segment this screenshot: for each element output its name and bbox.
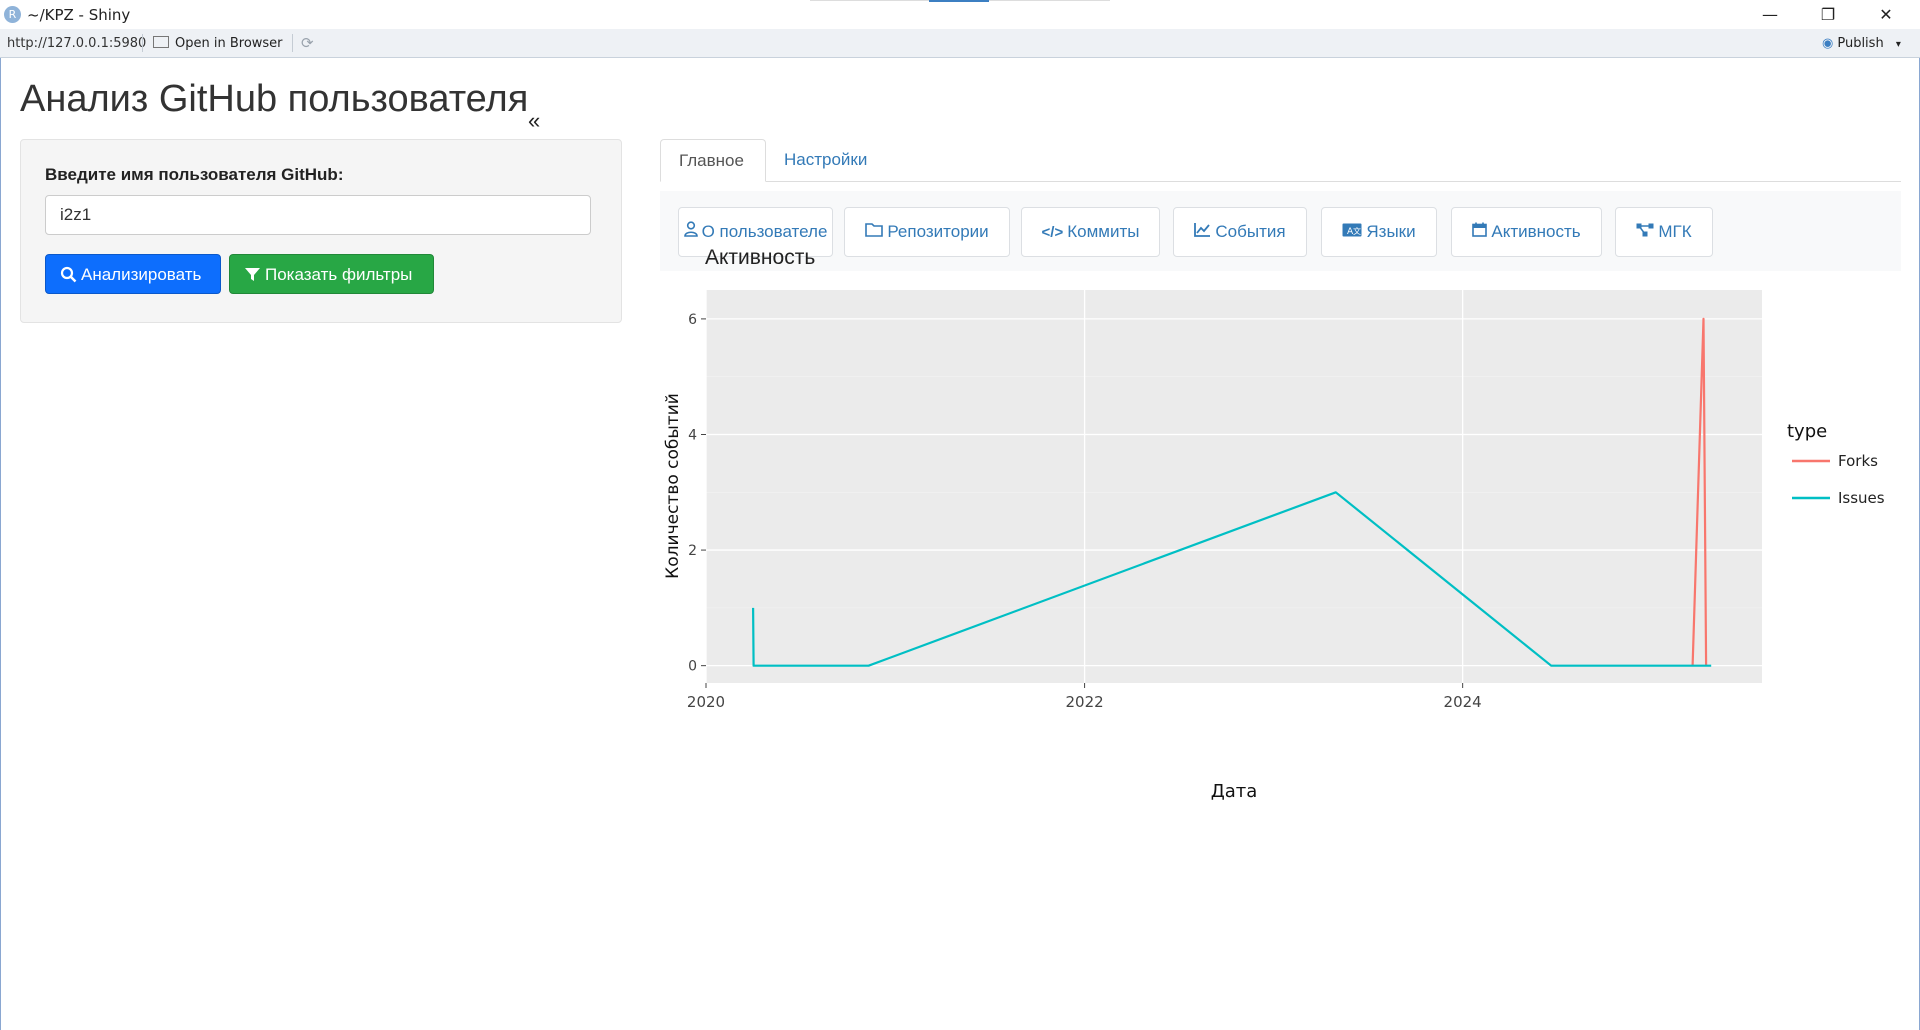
minimize-button[interactable]: —	[1750, 3, 1790, 27]
tab-settings[interactable]: Настройки	[766, 139, 885, 181]
titlebar-accent	[929, 0, 989, 2]
analyze-button[interactable]: Анализировать	[45, 254, 221, 294]
open-in-browser-button[interactable]: Open in Browser	[153, 36, 283, 51]
browser-icon	[153, 36, 169, 48]
collapse-sidebar-icon[interactable]: «	[528, 108, 540, 134]
nav-pca-button[interactable]: МГК	[1615, 207, 1713, 257]
y-tick-label: 4	[688, 427, 697, 443]
nav-languages-label: Языки	[1366, 222, 1416, 241]
publish-icon: ◉	[1822, 36, 1834, 51]
app-container: Анализ GitHub пользователя « Введите имя…	[0, 58, 1920, 1030]
nav-activity-button[interactable]: Активность	[1451, 207, 1602, 257]
chart-title: Активность	[705, 246, 816, 269]
language-icon: A文	[1342, 223, 1362, 237]
address-bar: http://127.0.0.1:5980 Open in Browser ⟳ …	[0, 29, 1920, 58]
legend-title: type	[1787, 421, 1827, 442]
svg-text:文: 文	[1353, 226, 1361, 236]
username-label: Введите имя пользователя GitHub:	[45, 165, 344, 184]
analyze-label: Анализировать	[81, 265, 202, 284]
publish-label: Publish	[1837, 36, 1884, 51]
nav-commits-label: Коммиты	[1067, 222, 1140, 241]
legend-label: Forks	[1838, 452, 1878, 470]
x-axis-label: Дата	[1211, 781, 1258, 802]
nav-activity-label: Активность	[1491, 222, 1581, 241]
open-in-browser-label: Open in Browser	[175, 36, 283, 51]
activity-chart: 0 2 4 6 2020 2022 2024 Дата Количество событий…	[663, 290, 1885, 802]
close-button[interactable]: ✕	[1866, 3, 1906, 27]
nav-events-label: События	[1215, 222, 1286, 241]
window-title: ~/KPZ - Shiny	[27, 6, 131, 24]
nav-user-label: О пользователе	[701, 222, 828, 241]
folder-icon	[865, 223, 884, 237]
legend: Forks Issues	[1792, 452, 1885, 507]
section-toolbar: О пользователе Репозитории </> Коммиты Со…	[660, 191, 1901, 271]
nav-languages-button[interactable]: A 文 Языки	[1321, 207, 1437, 257]
network-icon	[1636, 223, 1654, 237]
sidebar-panel: Введите имя пользователя GitHub: Анализи…	[20, 139, 622, 323]
y-tick-label: 6	[688, 312, 697, 328]
plot-background	[706, 290, 1762, 683]
calendar-icon	[1472, 222, 1488, 237]
tab-main[interactable]: Главное	[660, 139, 766, 182]
y-tick-label: 0	[688, 659, 697, 675]
nav-pca-label: МГК	[1658, 222, 1692, 241]
nav-repos-button[interactable]: Репозитории	[844, 207, 1010, 257]
user-icon	[683, 221, 698, 237]
x-tick-label: 2022	[1065, 693, 1103, 711]
legend-label: Issues	[1838, 489, 1885, 507]
publish-button[interactable]: ◉ Publish ▾	[1822, 36, 1901, 51]
code-icon: </>	[1041, 224, 1064, 241]
url-display[interactable]: http://127.0.0.1:5980	[7, 36, 146, 51]
address-separator	[292, 34, 293, 52]
window-titlebar: R ~/KPZ - Shiny — ❐ ✕	[0, 0, 1920, 29]
username-input[interactable]	[45, 195, 591, 235]
nav-events-button[interactable]: События	[1173, 207, 1307, 257]
y-tick-label: 2	[688, 543, 697, 559]
page-title: Анализ GitHub пользователя	[20, 78, 529, 120]
x-tick-label: 2020	[687, 693, 725, 711]
publish-caret-icon[interactable]: ▾	[1896, 39, 1901, 50]
filter-icon	[245, 268, 260, 281]
show-filters-label: Показать фильтры	[265, 265, 413, 284]
main-tabs: Главное Настройки	[660, 139, 1901, 182]
y-axis-label: Количество событий	[663, 393, 683, 579]
restore-button[interactable]: ❐	[1808, 3, 1848, 27]
show-filters-button[interactable]: Показать фильтры	[229, 254, 434, 294]
search-icon	[60, 266, 77, 283]
nav-commits-button[interactable]: </> Коммиты	[1021, 207, 1160, 257]
address-separator	[142, 34, 143, 52]
x-tick-label: 2024	[1444, 693, 1482, 711]
nav-repos-label: Репозитории	[887, 222, 989, 241]
reload-icon[interactable]: ⟳	[301, 34, 314, 52]
line-chart-icon	[1194, 223, 1211, 237]
r-logo-icon: R	[4, 6, 21, 23]
